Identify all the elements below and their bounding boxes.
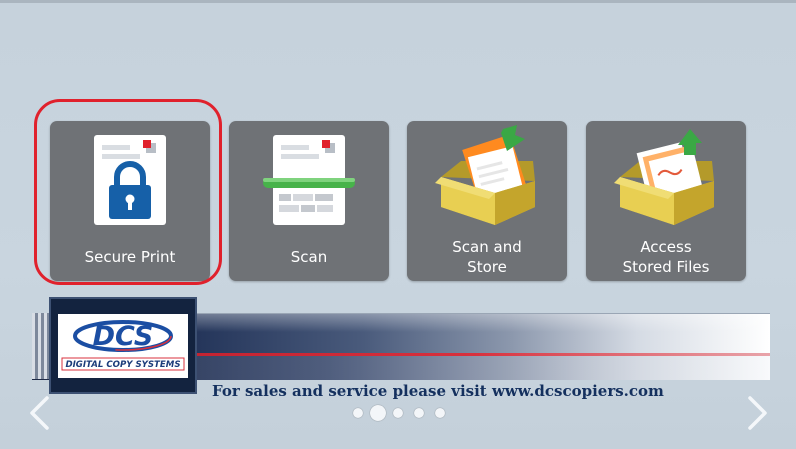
lock-document-icon: [94, 135, 166, 225]
tile-label-line: Stored Files: [622, 258, 710, 276]
page-dot[interactable]: [393, 408, 403, 418]
box-store-icon: [435, 125, 535, 225]
tile-label-line: Store: [467, 258, 507, 276]
sales-text: For sales and service please visit www.d…: [212, 382, 664, 400]
tile-secure-print[interactable]: Secure Print: [50, 121, 210, 281]
top-edge: [0, 0, 796, 3]
scan-document-icon: [263, 135, 355, 225]
tile-scan-and-store[interactable]: Scan and Store: [407, 121, 567, 281]
banner-stripes: [32, 313, 50, 379]
box-retrieve-icon: [614, 129, 714, 225]
tile-label-line: Scan and: [452, 238, 522, 256]
page-dot[interactable]: [353, 408, 363, 418]
tile-label: Secure Print: [84, 248, 176, 266]
tile-scan[interactable]: Scan: [229, 121, 389, 281]
page-indicator: [350, 404, 450, 424]
dcs-logo-frame: DCS DIGITAL COPY SYSTEMS: [49, 297, 197, 394]
tile-label: Access Stored Files: [586, 237, 746, 277]
page-dot-active[interactable]: [370, 405, 386, 421]
page-dot[interactable]: [414, 408, 424, 418]
dcs-logo: DCS DIGITAL COPY SYSTEMS: [58, 314, 188, 378]
dcs-logo-mark: DCS DIGITAL COPY SYSTEMS: [61, 320, 185, 371]
tile-label-line: Access: [640, 238, 692, 256]
page-dot[interactable]: [435, 408, 445, 418]
tile-label: Scan: [290, 248, 328, 266]
logo-text: DCS: [93, 321, 154, 352]
logo-subtext: DIGITAL COPY SYSTEMS: [65, 360, 180, 370]
chevron-left-icon[interactable]: [27, 395, 51, 431]
chevron-right-icon[interactable]: [746, 395, 770, 431]
tile-access-stored-files[interactable]: Access Stored Files: [586, 121, 746, 281]
tile-label: Scan and Store: [407, 237, 567, 277]
